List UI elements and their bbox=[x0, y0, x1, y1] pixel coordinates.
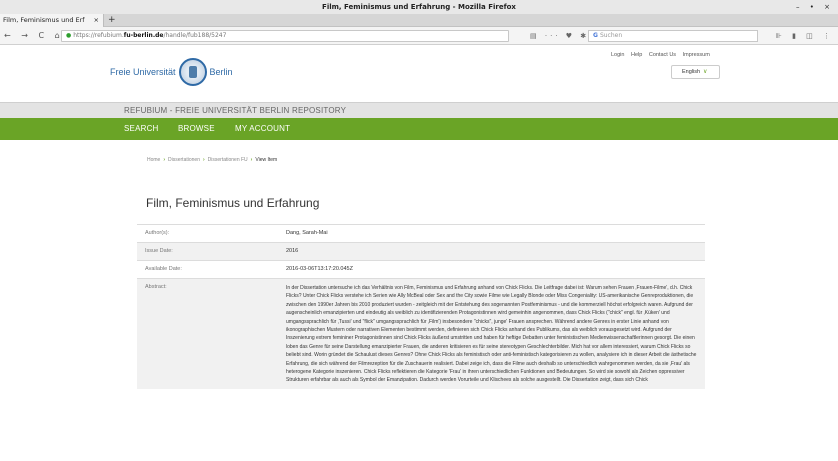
language-label: English bbox=[682, 69, 701, 75]
page-title: Film, Feminismus und Erfahrung bbox=[146, 196, 320, 210]
author-value[interactable]: Dang, Sarah-Mai bbox=[278, 224, 705, 243]
language-dropdown[interactable]: English ∨ bbox=[671, 65, 720, 79]
impressum-link[interactable]: Impressum bbox=[683, 52, 710, 58]
field-label: Available Date: bbox=[137, 260, 278, 279]
nav-buttons[interactable]: ← → C ⌂ bbox=[4, 27, 64, 45]
issue-date-value: 2016 bbox=[278, 242, 705, 261]
metadata-table: Author(s): Dang, Sarah-Mai Issue Date: 2… bbox=[137, 224, 705, 389]
breadcrumb: Home › Dissertationen › Dissertationen FU › Vi… bbox=[147, 157, 277, 163]
tab-bar: Film, Feminismus und Erf × + bbox=[0, 14, 838, 27]
nav-search[interactable]: SEARCH bbox=[124, 118, 159, 140]
chevron-down-icon: ∨ bbox=[703, 69, 708, 75]
google-icon: G bbox=[593, 32, 598, 39]
site-header: Freie Universität Berlin Login Help Cont… bbox=[0, 45, 838, 102]
breadcrumb-dissertationen-fu[interactable]: Dissertationen FU bbox=[208, 157, 248, 163]
logo-text-right: Berlin bbox=[209, 67, 233, 77]
field-label: Author(s): bbox=[137, 224, 278, 243]
window-controls[interactable]: – • × bbox=[796, 0, 834, 14]
url-bar[interactable]: ● https://refubium.fu-berlin.de/handle/fu… bbox=[61, 30, 509, 42]
url-host: fu-berlin.de bbox=[123, 32, 164, 39]
close-tab-icon[interactable]: × bbox=[94, 14, 99, 27]
search-input[interactable]: G Suchen bbox=[588, 30, 758, 42]
breadcrumb-home[interactable]: Home bbox=[147, 157, 160, 163]
new-tab-button[interactable]: + bbox=[108, 14, 116, 27]
abstract-value: In der Dissertation untersuche ich das V… bbox=[278, 277, 705, 389]
navigation-toolbar: ← → C ⌂ ● https://refubium.fu-berlin.de/h… bbox=[0, 27, 838, 45]
login-link[interactable]: Login bbox=[611, 52, 624, 58]
nav-browse[interactable]: BROWSE bbox=[178, 118, 215, 140]
main-navigation: SEARCH BROWSE MY ACCOUNT bbox=[0, 118, 838, 140]
available-date-value: 2016-03-06T13:17:20.045Z bbox=[278, 260, 705, 279]
fu-berlin-logo[interactable]: Freie Universität Berlin bbox=[110, 55, 233, 89]
top-links: Login Help Contact Us Impressum bbox=[611, 52, 715, 58]
url-path: /handle/fub188/5247 bbox=[163, 32, 227, 39]
logo-text-left: Freie Universität bbox=[110, 67, 176, 77]
table-row: Available Date: 2016-03-06T13:17:20.045Z bbox=[137, 260, 705, 279]
repository-banner: REFUBIUM - FREIE UNIVERSITÄT BERLIN REPO… bbox=[0, 102, 838, 118]
breadcrumb-dissertationen[interactable]: Dissertationen bbox=[168, 157, 200, 163]
university-seal-icon bbox=[178, 58, 207, 86]
repository-title[interactable]: REFUBIUM - FREIE UNIVERSITÄT BERLIN REPO… bbox=[124, 103, 346, 119]
breadcrumb-separator: › bbox=[202, 157, 205, 163]
table-row: Abstract: In der Dissertation untersuche… bbox=[137, 277, 705, 389]
help-link[interactable]: Help bbox=[631, 52, 642, 58]
breadcrumb-current: View Item bbox=[255, 157, 278, 163]
url-prefix: https://refubium. bbox=[73, 32, 124, 39]
field-label: Issue Date: bbox=[137, 242, 278, 261]
tab-title: Film, Feminismus und Erf bbox=[3, 16, 85, 24]
toolbar-icons[interactable]: ⊪ ▮ ◫ ⋮ bbox=[776, 27, 834, 45]
contact-link[interactable]: Contact Us bbox=[649, 52, 676, 58]
breadcrumb-separator: › bbox=[163, 157, 166, 163]
table-row: Author(s): Dang, Sarah-Mai bbox=[137, 224, 705, 243]
nav-my-account[interactable]: MY ACCOUNT bbox=[235, 118, 290, 140]
window-titlebar: Film, Feminismus und Erfahrung - Mozilla… bbox=[0, 0, 838, 14]
table-row: Issue Date: 2016 bbox=[137, 242, 705, 261]
field-label: Abstract: bbox=[137, 277, 278, 389]
window-title: Film, Feminismus und Erfahrung - Mozilla… bbox=[322, 3, 516, 11]
breadcrumb-separator: › bbox=[250, 157, 253, 163]
search-placeholder: Suchen bbox=[599, 32, 623, 39]
browser-tab[interactable]: Film, Feminismus und Erf × bbox=[0, 14, 104, 27]
lock-icon: ● bbox=[66, 32, 72, 39]
